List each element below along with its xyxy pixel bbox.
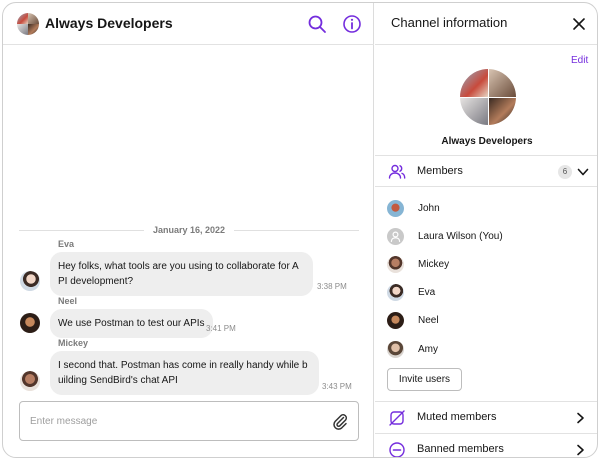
avatar[interactable] — [20, 371, 40, 391]
message-time: 3:38 PM — [317, 282, 347, 291]
invite-users-button[interactable]: Invite users — [387, 368, 462, 391]
muted-members-label: Muted members — [417, 411, 497, 423]
member-item[interactable]: Eva — [375, 283, 597, 303]
message-sender: Mickey — [58, 338, 89, 348]
search-icon[interactable] — [306, 13, 328, 35]
chat-title: Always Developers — [45, 15, 173, 31]
message-sender: Neel — [58, 296, 78, 306]
channel-name: Always Developers — [441, 136, 533, 147]
chevron-right-icon — [577, 444, 584, 456]
info-icon[interactable] — [341, 13, 363, 35]
chevron-down-icon — [577, 168, 589, 176]
message-input[interactable] — [30, 412, 320, 430]
chat-pane: Always Developers January 16, 2022 Eva H… — [3, 3, 374, 457]
channel-info-title: Channel information — [391, 15, 508, 30]
message-bubble[interactable]: Hey folks, what tools are you using to c… — [50, 252, 313, 296]
message-sender: Eva — [58, 239, 75, 249]
member-name: Mickey — [418, 259, 450, 270]
members-icon — [388, 164, 406, 179]
message-input-box — [19, 401, 359, 441]
avatar — [387, 228, 404, 245]
member-item[interactable]: Neel — [375, 311, 597, 331]
members-count-badge: 6 — [558, 165, 572, 179]
message-bubble[interactable]: We use Postman to test our APIs — [50, 309, 213, 338]
close-icon[interactable] — [569, 14, 589, 34]
member-name: John — [418, 203, 440, 214]
member-item[interactable]: John — [375, 199, 597, 219]
avatar — [387, 200, 404, 217]
channel-avatar — [17, 13, 39, 35]
channel-info-header: Channel information — [375, 3, 597, 45]
member-item[interactable]: Laura Wilson (You) — [375, 227, 597, 247]
muted-members-row[interactable]: Muted members — [375, 401, 597, 433]
member-item[interactable]: Amy — [375, 340, 597, 360]
member-item[interactable]: Mickey — [375, 255, 597, 275]
message-time: 3:41 PM — [206, 324, 236, 333]
user-icon — [390, 231, 401, 242]
member-name: Amy — [418, 344, 438, 355]
banned-members-row[interactable]: Banned members — [375, 433, 597, 457]
muted-icon — [389, 410, 405, 426]
avatar — [387, 256, 404, 273]
edit-button[interactable]: Edit — [571, 55, 588, 66]
date-separator: January 16, 2022 — [19, 225, 359, 235]
members-label: Members — [417, 165, 463, 177]
avatar — [387, 284, 404, 301]
channel-info-pane: Channel information Edit Always Develope… — [375, 3, 597, 457]
chat-header: Always Developers — [3, 3, 374, 45]
chevron-right-icon — [577, 412, 584, 424]
avatar[interactable] — [20, 271, 40, 291]
paperclip-icon[interactable] — [330, 411, 350, 431]
member-name: Laura Wilson (You) — [418, 231, 503, 242]
message-bubble[interactable]: I second that. Postman has come in reall… — [50, 351, 319, 395]
avatar[interactable] — [20, 313, 40, 333]
date-separator-text: January 16, 2022 — [152, 225, 226, 235]
channel-avatar-large — [460, 69, 516, 125]
avatar — [387, 312, 404, 329]
banned-members-label: Banned members — [417, 443, 504, 455]
member-name: Neel — [418, 315, 439, 326]
app-window: Always Developers January 16, 2022 Eva H… — [2, 2, 598, 458]
message-time: 3:43 PM — [322, 382, 352, 391]
avatar — [387, 341, 404, 358]
members-section-toggle[interactable]: Members 6 — [375, 155, 597, 187]
member-name: Eva — [418, 287, 436, 298]
banned-icon — [389, 442, 405, 457]
